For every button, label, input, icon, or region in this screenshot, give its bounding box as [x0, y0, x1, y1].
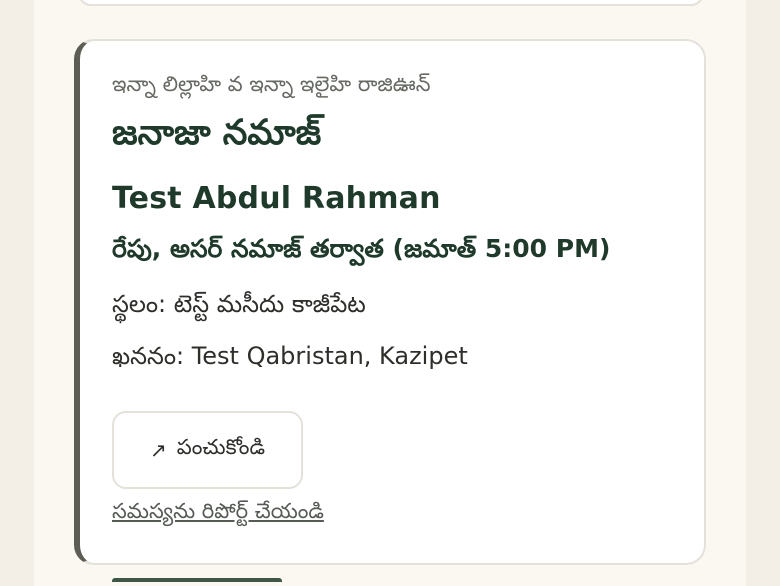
condolence-text: ఇన్నా లిల్లాహి వ ఇన్నా ఇలైహి రాజిఊన్: [112, 72, 431, 96]
previous-card: [78, 0, 704, 6]
burial-location: ఖననం: Test Qabristan, Kazipet: [112, 342, 468, 370]
page: ఇన్నా లిల్లాహి వ ఇన్నా ఇలైహి రాజిఊన్ జనా…: [0, 0, 780, 586]
share-button[interactable]: ↗ పంచుకోండి: [112, 411, 303, 489]
card-title: జనాజా నమాజ్: [112, 113, 322, 153]
prayer-location: స్థలం: టెస్ట్ మసీదు కాజీపేట: [112, 290, 366, 318]
next-card-peek: [112, 578, 282, 586]
report-issue-link[interactable]: సమస్యను రిపోర్ట్ చేయండి: [112, 499, 324, 529]
deceased-name: Test Abdul Rahman: [112, 181, 441, 216]
share-arrow-icon: ↗: [150, 438, 167, 462]
prayer-time: రేపు, అసర్ నమాజ్ తర్వాత (జమాత్ 5:00 PM): [112, 234, 611, 263]
share-button-label: పంచుకోండి: [176, 435, 265, 459]
